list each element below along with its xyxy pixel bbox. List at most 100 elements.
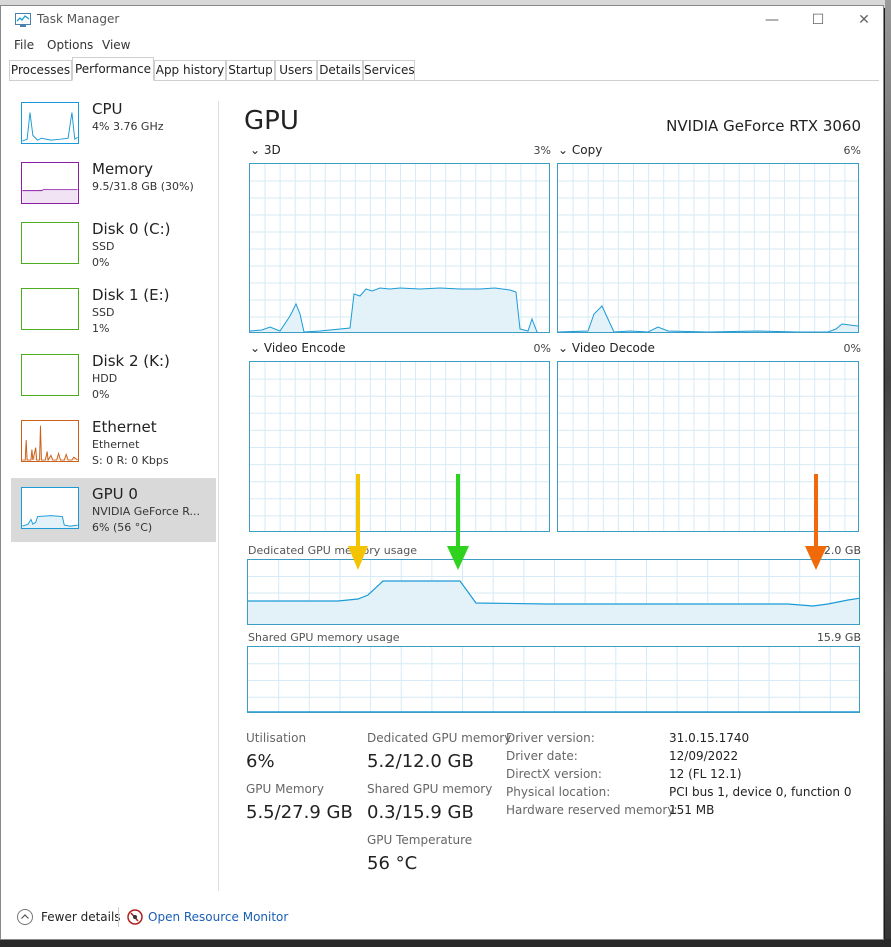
sidebar-disk2-name: Disk 2 (K:) [92,352,170,370]
engine-video-encode-plot [250,362,549,531]
resource-monitor-icon [127,909,143,925]
background-desktop-edge [885,0,891,947]
shared-memory-max: 15.9 GB [816,631,861,644]
sidebar-gpu0-model: NVIDIA GeForce R... [92,505,201,518]
disk1-thumbnail [21,288,79,330]
sidebar-item-disk2[interactable]: Disk 2 (K:) HDD 0% [11,349,216,413]
fewer-details-button[interactable]: Fewer details [41,910,121,924]
engine-3d-plot [250,164,549,332]
hardware-reserved-memory-label: Hardware reserved memory: [506,803,678,817]
gpu-model-name: NVIDIA GeForce RTX 3060 [666,117,861,135]
title-bar[interactable]: Task Manager — ☐ ✕ [1,6,883,34]
sidebar-disk1-type: SSD [92,306,115,319]
dedicated-memory-plot [248,560,859,624]
sidebar-item-disk0[interactable]: Disk 0 (C:) SSD 0% [11,217,216,281]
gpu-temperature-label: GPU Temperature [367,833,473,847]
dedicated-memory-label: Dedicated GPU memory usage [248,544,417,557]
sidebar-cpu-name: CPU [92,100,123,118]
dedicated-gpu-memory-value: 5.2/12.0 GB [367,751,474,772]
task-manager-window: Task Manager — ☐ ✕ File Options View Pro… [0,5,884,940]
ethernet-thumbnail [21,420,79,462]
page-title: GPU [244,106,299,136]
menu-options[interactable]: Options [47,38,93,52]
sidebar-ethernet-type: Ethernet [92,438,140,451]
orange-arrow-icon [805,474,827,570]
chevron-down-icon: ⌄ [250,143,261,157]
shared-memory-graph [247,646,860,713]
sidebar-gpu0-name: GPU 0 [92,485,138,503]
tab-details[interactable]: Details [317,60,363,80]
task-manager-icon [15,13,31,27]
engine-3d-selector[interactable]: ⌄ 3D [250,143,281,157]
sidebar-item-gpu0[interactable]: GPU 0 NVIDIA GeForce R... 6% (56 °C) [11,478,216,542]
engine-3d-label: 3D [263,143,281,157]
engine-video-decode-percent: 0% [843,342,861,355]
dedicated-gpu-memory-label: Dedicated GPU memory [367,731,512,745]
tab-performance[interactable]: Performance [72,57,154,81]
chevron-up-icon[interactable] [17,909,33,925]
sidebar-memory-sub: 9.5/31.8 GB (30%) [92,180,194,193]
engine-video-decode-label: Video Decode [571,341,655,355]
chevron-down-icon: ⌄ [558,143,569,157]
sidebar-ethernet-rate: S: 0 R: 0 Kbps [92,454,169,467]
gpu-temperature-value: 56 °C [367,853,418,874]
dedicated-memory-graph [247,559,860,625]
maximize-button[interactable]: ☐ [795,9,841,33]
physical-location-label: Physical location: [506,785,611,799]
engine-video-decode-selector[interactable]: ⌄ Video Decode [558,341,655,355]
engine-copy-selector[interactable]: ⌄ Copy [558,143,602,157]
green-arrow-icon [447,474,469,570]
sidebar-item-ethernet[interactable]: Ethernet Ethernet S: 0 R: 0 Kbps [11,415,216,479]
sidebar-memory-name: Memory [92,160,154,178]
engine-video-encode-selector[interactable]: ⌄ Video Encode [250,341,345,355]
engine-3d-graph [249,163,550,333]
engine-copy-percent: 6% [843,144,861,157]
sidebar-disk0-type: SSD [92,240,115,253]
sidebar-disk1-name: Disk 1 (E:) [92,286,170,304]
utilisation-label: Utilisation [246,731,307,745]
open-resource-monitor-link[interactable]: Open Resource Monitor [148,910,288,924]
sidebar-disk0-usage: 0% [92,256,110,269]
gpu-memory-value: 5.5/27.9 GB [246,802,353,823]
background-desktop-bottom [0,939,891,947]
close-button[interactable]: ✕ [841,9,883,33]
shared-memory-label: Shared GPU memory usage [248,631,400,644]
engine-video-encode-percent: 0% [533,342,551,355]
chevron-down-icon: ⌄ [250,341,261,355]
driver-date-label: Driver date: [506,749,578,763]
footer: Fewer details Open Resource Monitor [1,903,883,933]
directx-version-value: 12 (FL 12.1) [669,767,742,781]
driver-version-label: Driver version: [506,731,595,745]
memory-thumbnail [21,162,79,204]
tab-processes[interactable]: Processes [9,60,72,80]
sidebar-disk2-usage: 0% [92,388,110,401]
sidebar-ethernet-name: Ethernet [92,418,157,436]
directx-version-label: DirectX version: [506,767,602,781]
menu-view[interactable]: View [102,38,130,52]
driver-date-value: 12/09/2022 [669,749,739,763]
gpu-memory-label: GPU Memory [246,782,324,796]
engine-copy-plot [558,164,858,332]
engine-video-encode-graph [249,361,550,532]
tab-bar: Processes Performance App history Startu… [9,57,879,81]
tab-startup[interactable]: Startup [226,60,275,80]
sidebar-item-disk1[interactable]: Disk 1 (E:) SSD 1% [11,283,216,347]
tab-services[interactable]: Services [363,60,415,80]
sidebar-item-memory[interactable]: Memory 9.5/31.8 GB (30%) [11,157,216,221]
physical-location-value: PCI bus 1, device 0, function 0 [669,785,852,799]
engine-copy-graph [557,163,859,333]
chevron-down-icon: ⌄ [558,341,569,355]
sidebar-item-cpu[interactable]: CPU 4% 3.76 GHz [11,97,216,161]
tab-users[interactable]: Users [275,60,317,80]
minimize-button[interactable]: — [749,9,795,33]
engine-3d-percent: 3% [533,144,551,157]
shared-memory-plot [248,647,859,712]
sidebar-gpu0-usage: 6% (56 °C) [92,521,153,534]
engine-copy-label: Copy [571,143,603,157]
menu-file[interactable]: File [14,38,34,52]
shared-gpu-memory-label: Shared GPU memory [367,782,493,796]
yellow-arrow-icon [348,474,368,570]
disk2-thumbnail [21,354,79,396]
hardware-reserved-memory-value: 151 MB [669,803,715,817]
tab-app-history[interactable]: App history [154,60,226,80]
